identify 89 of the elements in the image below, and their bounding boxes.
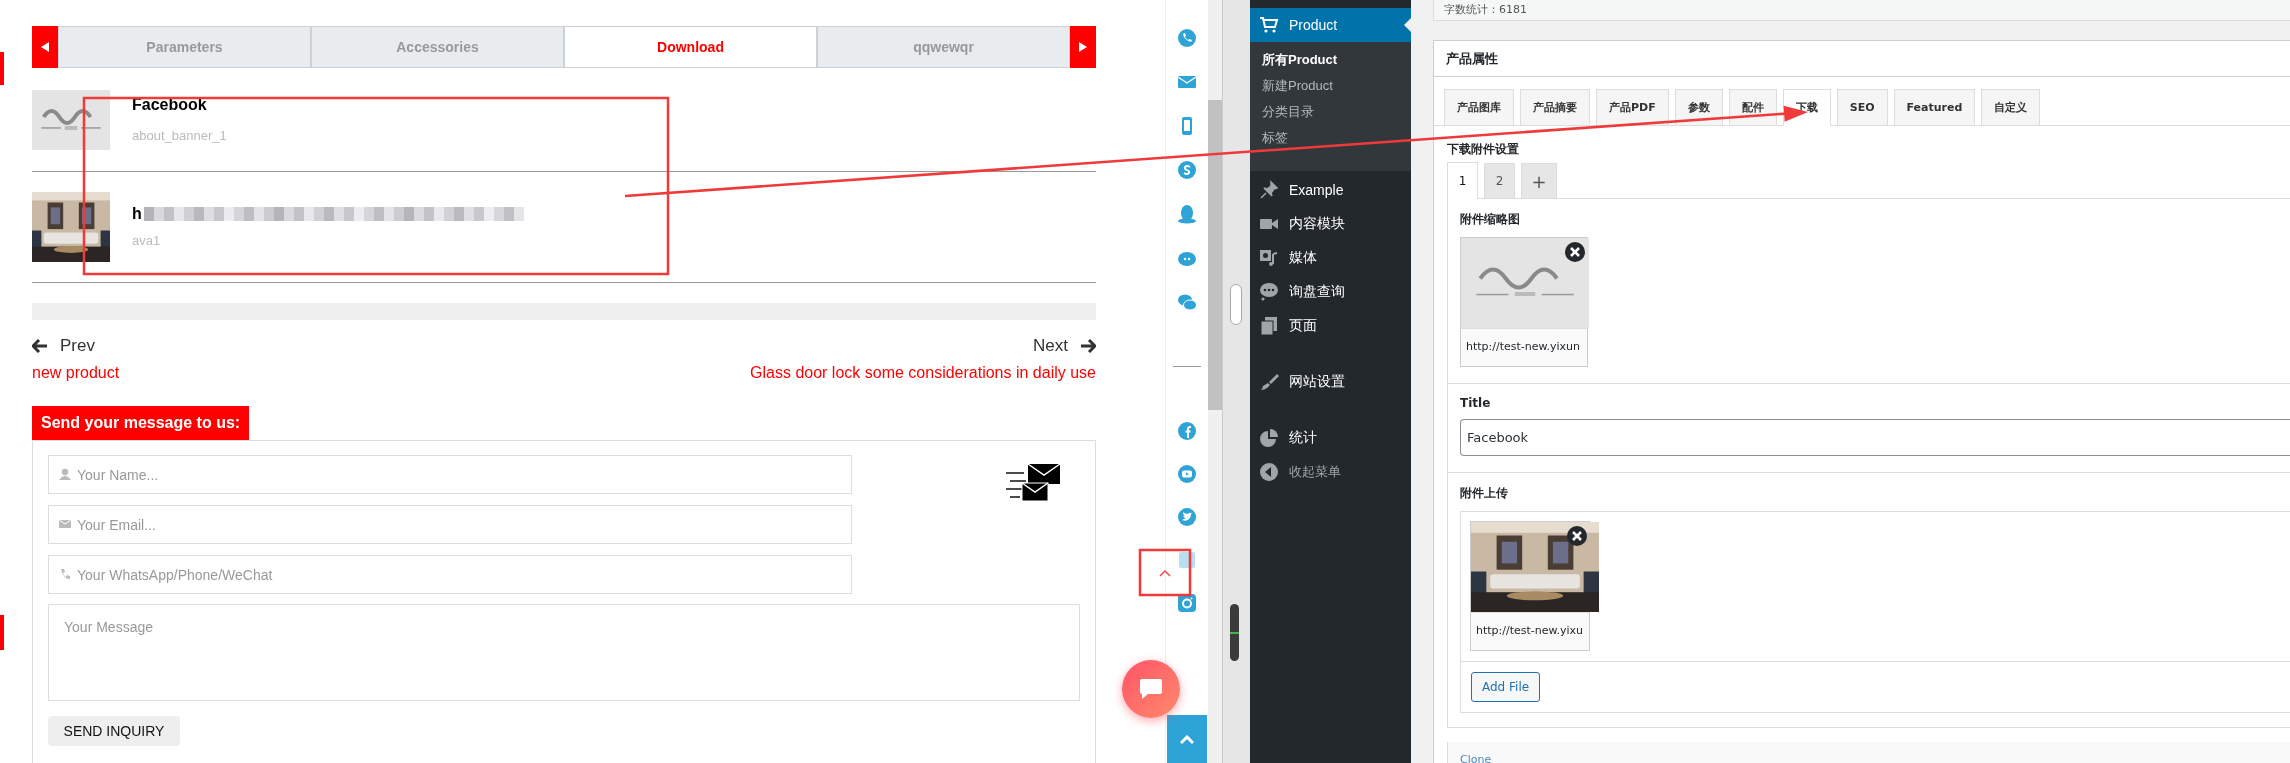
tab[interactable]: Featured — [1893, 89, 1976, 126]
tab[interactable]: + — [1521, 163, 1557, 198]
menu-item[interactable]: 询盘查询 — [1250, 275, 1411, 309]
file-name: about_banner_1 — [132, 128, 227, 143]
url-field[interactable]: http://test-new.yixun — [1461, 328, 1587, 366]
input-field[interactable]: Your Name... — [48, 455, 852, 494]
menu-item[interactable]: Product — [1250, 8, 1411, 42]
speech-bubble-icon — [1139, 678, 1163, 700]
pin-icon — [1259, 180, 1279, 200]
title-field[interactable]: Facebook — [1460, 419, 2290, 456]
phone-icon — [59, 568, 71, 580]
post-link[interactable]: new product — [32, 364, 120, 382]
form-heading: Send your message to us: — [32, 406, 250, 440]
collapse-icon — [1259, 462, 1279, 482]
tab[interactable]: Download — [564, 26, 817, 68]
file-title: Facebook — [132, 96, 207, 114]
bird-circle-icon — [1177, 507, 1197, 527]
section-title: 下载附件设置 — [1447, 141, 1520, 157]
tab[interactable]: 自定义 — [1981, 89, 2041, 126]
add-file-button[interactable]: Add File — [1471, 672, 1541, 702]
speech-icon — [1259, 282, 1279, 302]
camera-square-icon — [1177, 593, 1197, 613]
message-field[interactable]: Your Message — [48, 604, 1080, 701]
phone-bubble-icon — [1177, 28, 1197, 48]
menu-item[interactable]: Example — [1250, 173, 1411, 207]
caret-left-icon — [41, 42, 49, 52]
chevron-up-icon — [1159, 569, 1171, 577]
file-title: h — [132, 205, 142, 223]
chat-bubbles-icon — [1177, 292, 1197, 312]
tab[interactable]: 2 — [1484, 163, 1515, 198]
input-field[interactable]: Your Email... — [48, 505, 852, 544]
back-to-top-button[interactable] — [1167, 715, 1207, 763]
post-link[interactable]: Glass door lock some considerations in daily use — [750, 364, 1096, 382]
pages-icon — [1259, 316, 1279, 336]
menu-item[interactable]: 页面 — [1250, 309, 1411, 343]
mail-icon — [59, 518, 71, 530]
close-icon — [1565, 242, 1585, 262]
field-label: 附件缩略图 — [1460, 211, 1521, 228]
scroll-handle[interactable] — [1230, 284, 1242, 325]
file-name: ava1 — [132, 233, 162, 248]
brush-icon — [1259, 372, 1279, 392]
menu-item[interactable]: 统计 — [1250, 421, 1411, 455]
next-tab-button[interactable] — [1070, 26, 1096, 68]
field-label: Title — [1460, 396, 1492, 410]
submenu-item[interactable]: 新建Product — [1250, 73, 1411, 99]
play-circle-icon — [1177, 464, 1197, 484]
scrollbar-thumb[interactable] — [1208, 100, 1222, 410]
tab[interactable]: 产品PDF — [1596, 89, 1669, 126]
menu-item[interactable]: 媒体 — [1250, 241, 1411, 275]
clone-link[interactable]: Clone — [1460, 753, 1492, 763]
media-icon — [1259, 248, 1279, 268]
menu-item[interactable]: 网站设置 — [1250, 365, 1411, 399]
submenu-item[interactable]: 标签 — [1250, 125, 1411, 151]
scroll-thumb[interactable] — [1230, 604, 1239, 661]
square-tile-icon — [1177, 550, 1197, 570]
cart-icon — [1259, 15, 1279, 35]
pie-icon — [1259, 428, 1279, 448]
edge-marker — [0, 615, 4, 650]
menu-item[interactable]: 收起菜单 — [1250, 455, 1411, 489]
s-circle-icon — [1177, 160, 1197, 180]
panel-title: 产品属性 — [1434, 41, 2290, 77]
chevron-up-icon — [1180, 734, 1194, 744]
tab[interactable]: SEO — [1836, 89, 1888, 126]
url-field[interactable]: http://test-new.yixu — [1471, 612, 1589, 650]
submenu-item[interactable]: 分类目录 — [1250, 99, 1411, 125]
tab[interactable]: 参数 — [1674, 89, 1723, 126]
previous-link[interactable]: Prev — [32, 336, 120, 356]
tab[interactable]: 产品图库 — [1444, 89, 1514, 126]
word-count: 字数统计：6181 — [1444, 3, 1527, 16]
penguin-icon — [1177, 204, 1197, 224]
field-label: 附件上传 — [1460, 485, 1509, 502]
previous-tab-button[interactable] — [32, 26, 58, 68]
arrow-right-icon — [1080, 339, 1096, 353]
send-inquiry-button[interactable]: SEND INQUIRY — [48, 716, 180, 746]
edge-marker — [0, 52, 4, 85]
annotation-box — [1138, 548, 1192, 597]
caret-right-icon — [1079, 42, 1087, 52]
close-icon — [1567, 526, 1587, 546]
next-link[interactable]: Next — [1033, 336, 1096, 356]
f-circle-icon — [1177, 421, 1197, 441]
tab[interactable]: 1 — [1447, 162, 1478, 199]
person-icon — [59, 468, 71, 480]
arrow-left-icon — [32, 339, 48, 353]
envelopes-icon — [1006, 463, 1062, 503]
tab[interactable]: 产品摘要 — [1520, 89, 1590, 126]
tab[interactable]: 配件 — [1728, 89, 1777, 126]
menu-item[interactable]: 内容模块 — [1250, 207, 1411, 241]
input-field[interactable]: Your WhatsApp/Phone/WeChat — [48, 555, 852, 594]
submenu-item[interactable]: 所有Product — [1250, 47, 1411, 73]
